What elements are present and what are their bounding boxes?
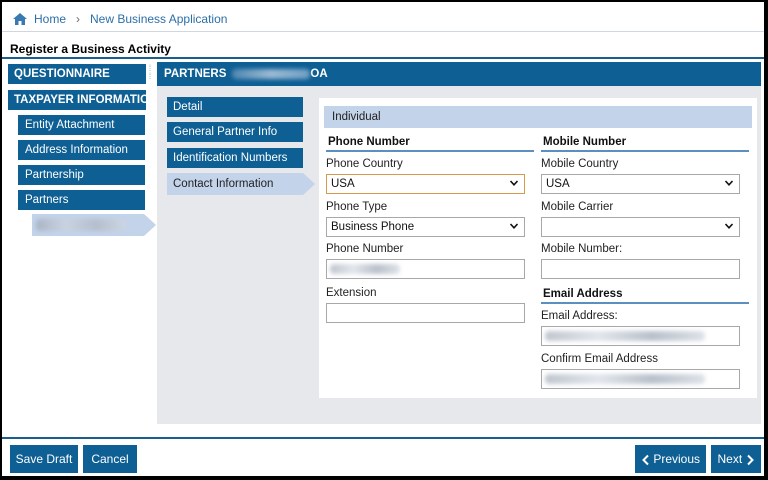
chevron-down-icon bbox=[724, 180, 734, 186]
breadcrumb-current[interactable]: New Business Application bbox=[90, 12, 227, 26]
sidebar-collapse-handle[interactable]: ⁞ ⁞ bbox=[146, 64, 154, 86]
phone-country-select[interactable]: USA bbox=[326, 174, 525, 194]
sidebar-item-selected-partner[interactable] bbox=[32, 214, 156, 236]
chevron-right-icon bbox=[746, 454, 754, 466]
confirm-email-input[interactable] bbox=[541, 369, 740, 389]
mobile-carrier-label: Mobile Carrier bbox=[541, 201, 614, 213]
previous-button[interactable]: Previous bbox=[635, 445, 706, 473]
chevron-left-icon bbox=[642, 454, 649, 466]
mobile-number-label: Mobile Number: bbox=[541, 243, 623, 255]
phone-type-value: Business Phone bbox=[331, 221, 415, 233]
contact-form: Individual Phone Number Phone Country US… bbox=[319, 98, 757, 398]
partners-header-suffix: OA bbox=[310, 68, 328, 80]
mobile-country-label: Mobile Country bbox=[541, 158, 619, 170]
chevron-down-icon bbox=[509, 223, 519, 229]
redacted-confirm-email bbox=[545, 374, 705, 384]
mobile-country-value: USA bbox=[546, 178, 570, 190]
chevron-down-icon bbox=[724, 223, 734, 229]
breadcrumb-separator: › bbox=[76, 12, 81, 26]
confirm-email-label: Confirm Email Address bbox=[541, 353, 658, 365]
phone-type-label: Phone Type bbox=[326, 201, 388, 213]
tab-contact-information[interactable]: Contact Information bbox=[167, 173, 317, 195]
phone-number-section-heading: Phone Number bbox=[326, 136, 534, 152]
mobile-carrier-select[interactable] bbox=[541, 217, 740, 237]
email-address-label: Email Address: bbox=[541, 310, 618, 322]
phone-number-input[interactable] bbox=[326, 259, 525, 279]
sidebar-item-address-information[interactable]: Address Information bbox=[18, 140, 145, 160]
phone-country-label: Phone Country bbox=[326, 158, 403, 170]
cancel-button[interactable]: Cancel bbox=[83, 445, 137, 473]
title-divider bbox=[2, 57, 764, 59]
extension-label: Extension bbox=[326, 287, 377, 299]
mobile-number-input[interactable] bbox=[541, 259, 740, 279]
individual-section-bar: Individual bbox=[324, 106, 752, 128]
page-title: Register a Business Activity bbox=[10, 42, 171, 56]
main-panel: PARTNERS OA Detail General Partner Info I… bbox=[157, 62, 761, 424]
partners-header: PARTNERS OA bbox=[157, 62, 761, 86]
redacted-email-address bbox=[545, 331, 705, 341]
extension-input[interactable] bbox=[326, 303, 525, 323]
tab-identification-numbers[interactable]: Identification Numbers bbox=[167, 148, 303, 168]
phone-type-select[interactable]: Business Phone bbox=[326, 217, 525, 237]
save-draft-button[interactable]: Save Draft bbox=[10, 445, 78, 473]
redacted-partner-name bbox=[36, 219, 126, 231]
email-address-section-heading: Email Address bbox=[541, 288, 749, 304]
sidebar-taxpayer-information[interactable]: TAXPAYER INFORMATION bbox=[8, 90, 146, 110]
phone-number-label: Phone Number bbox=[326, 243, 404, 255]
chevron-down-icon bbox=[509, 180, 519, 186]
breadcrumb-divider bbox=[2, 31, 764, 32]
email-address-input[interactable] bbox=[541, 326, 740, 346]
redacted-phone-number bbox=[330, 264, 400, 274]
breadcrumb: Home › New Business Application bbox=[12, 10, 227, 28]
mobile-number-section-heading: Mobile Number bbox=[541, 136, 749, 152]
tab-general-partner-info[interactable]: General Partner Info bbox=[167, 122, 303, 142]
app-window: Home › New Business Application Register… bbox=[2, 2, 764, 476]
next-button[interactable]: Next bbox=[711, 445, 761, 473]
redacted-partner-title bbox=[232, 68, 311, 79]
sidebar-questionnaire[interactable]: QUESTIONNAIRE bbox=[8, 64, 146, 84]
tab-detail[interactable]: Detail bbox=[167, 97, 303, 117]
partners-header-label: PARTNERS bbox=[164, 68, 227, 80]
sidebar-item-partners[interactable]: Partners bbox=[18, 190, 145, 210]
footer-divider bbox=[2, 437, 764, 439]
sidebar-item-partnership[interactable]: Partnership bbox=[18, 165, 145, 185]
next-button-label: Next bbox=[717, 452, 743, 466]
phone-country-value: USA bbox=[331, 178, 355, 190]
mobile-country-select[interactable]: USA bbox=[541, 174, 740, 194]
breadcrumb-home-link[interactable]: Home bbox=[34, 12, 66, 26]
tab-contact-information-label: Contact Information bbox=[167, 173, 303, 195]
sidebar-item-entity-attachment[interactable]: Entity Attachment bbox=[18, 115, 145, 135]
home-icon[interactable] bbox=[12, 12, 28, 26]
previous-button-label: Previous bbox=[653, 452, 701, 466]
